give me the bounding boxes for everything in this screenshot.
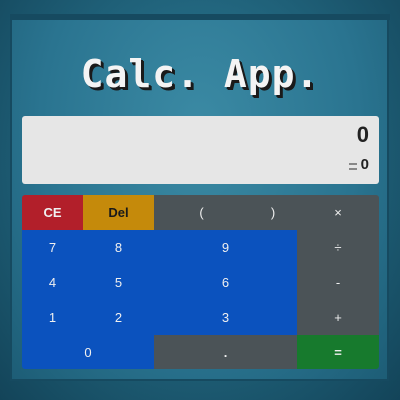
keypad: CE Del ( ) × 7 8 9 ÷ 4 5 6 - 1 2 3 + 0 .…	[22, 195, 379, 369]
equals-icon	[349, 163, 357, 170]
clear-entry-button[interactable]: CE	[22, 195, 83, 230]
divide-button[interactable]: ÷	[297, 230, 379, 265]
digit-6-button[interactable]: 6	[154, 265, 297, 300]
multiply-button[interactable]: ×	[297, 195, 379, 230]
close-paren-button[interactable]: )	[249, 195, 297, 230]
result-value: 0	[360, 156, 369, 173]
open-paren-button[interactable]: (	[154, 195, 249, 230]
digit-8-button[interactable]: 8	[83, 230, 154, 265]
digit-3-button[interactable]: 3	[154, 300, 297, 335]
digit-0-button[interactable]: 0	[22, 335, 154, 369]
expression-value: 0	[356, 122, 369, 147]
digit-7-button[interactable]: 7	[22, 230, 83, 265]
equals-button[interactable]: =	[297, 335, 379, 369]
calculator-display: 0 0	[22, 116, 379, 184]
plus-button[interactable]: +	[297, 300, 379, 335]
app-title: Calc. App.	[80, 52, 320, 96]
page-footer	[10, 381, 390, 400]
minus-button[interactable]: -	[297, 265, 379, 300]
delete-button[interactable]: Del	[83, 195, 154, 230]
digit-4-button[interactable]: 4	[22, 265, 83, 300]
digit-1-button[interactable]: 1	[22, 300, 83, 335]
decimal-point-button[interactable]: .	[154, 335, 297, 369]
digit-9-button[interactable]: 9	[154, 230, 297, 265]
digit-2-button[interactable]: 2	[83, 300, 154, 335]
digit-5-button[interactable]: 5	[83, 265, 154, 300]
